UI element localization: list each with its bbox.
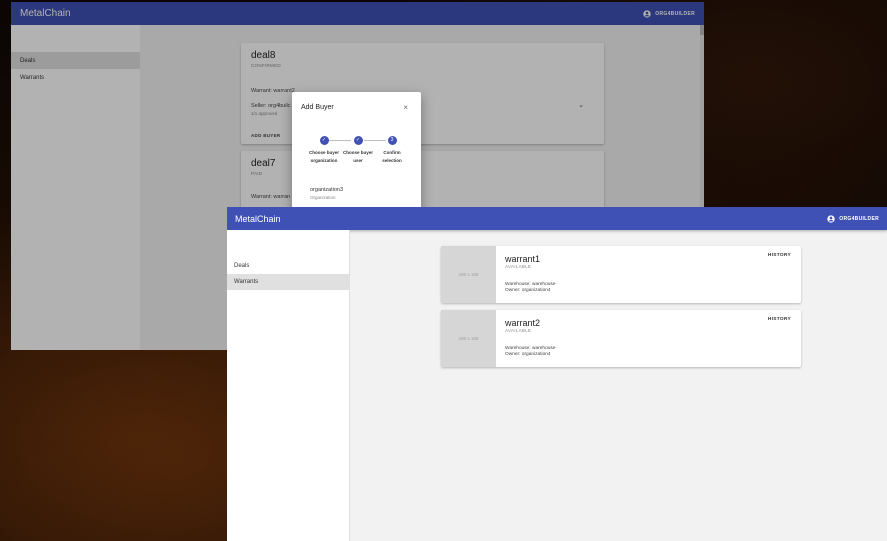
front-sidebar-item-warrants[interactable]: Warrants — [227, 274, 349, 290]
warrant-warehouse: Warehouse: warehouse — [505, 346, 556, 351]
step-choose-org: ✓ Choose buyer organization — [307, 136, 341, 164]
sidebar-item-label: Deals — [234, 263, 250, 269]
warrant-card: 180 x 180 warrant2 AVAILABLE Warehouse: … — [441, 310, 801, 367]
add-buyer-dialog: Add Buyer × ✓ Choose buyer organization … — [292, 92, 421, 217]
dialog-title: Add Buyer — [301, 104, 334, 111]
sidebar-item-label: Warrants — [234, 279, 259, 285]
history-button[interactable]: HISTORY — [768, 317, 791, 322]
organization-name: organization3 — [310, 187, 344, 193]
front-app-title: MetalChain — [235, 213, 281, 224]
warrant-card: 180 x 180 warrant1 AVAILABLE Warehouse: … — [441, 246, 801, 303]
front-sidebar: Deals Warrants — [227, 230, 350, 541]
warrant-owner: Owner: organization4 — [505, 352, 551, 357]
step-number: 3 — [387, 136, 397, 145]
step-choose-user: ✓ Choose buyer user — [341, 136, 375, 164]
step-label: Choose buyer user — [342, 150, 373, 163]
warrant-thumbnail: 180 x 180 — [441, 246, 496, 303]
warrant-warehouse: Warehouse: warehouse — [505, 282, 556, 287]
check-icon: ✓ — [319, 136, 329, 145]
front-app-bar: MetalChain ORG4BUILDER — [227, 207, 887, 230]
history-button[interactable]: HISTORY — [768, 253, 791, 258]
account-circle-icon — [827, 214, 835, 223]
close-icon[interactable]: × — [403, 103, 408, 112]
check-icon: ✓ — [353, 136, 363, 145]
front-user-name: ORG4BUILDER — [839, 215, 879, 222]
warrant-status: AVAILABLE — [505, 264, 532, 269]
step-confirm: 3 Confirm selection — [375, 136, 409, 164]
warrant-owner: Owner: organization4 — [505, 288, 551, 293]
warrant-name: warrant2 — [505, 318, 541, 328]
warrant-status: AVAILABLE — [505, 328, 532, 333]
front-window: MetalChain ORG4BUILDER Deals Warrants 18… — [227, 207, 887, 541]
warrant-name: warrant1 — [505, 254, 541, 264]
front-sidebar-item-deals[interactable]: Deals — [227, 258, 349, 274]
warrant-thumbnail: 180 x 180 — [441, 310, 496, 367]
selected-organization[interactable]: organization3 Organization — [310, 187, 343, 200]
step-label: Choose buyer organization — [308, 150, 339, 163]
front-user-menu[interactable]: ORG4BUILDER — [827, 214, 879, 223]
organization-type: Organization — [310, 195, 336, 200]
step-label: Confirm selection — [382, 150, 402, 163]
